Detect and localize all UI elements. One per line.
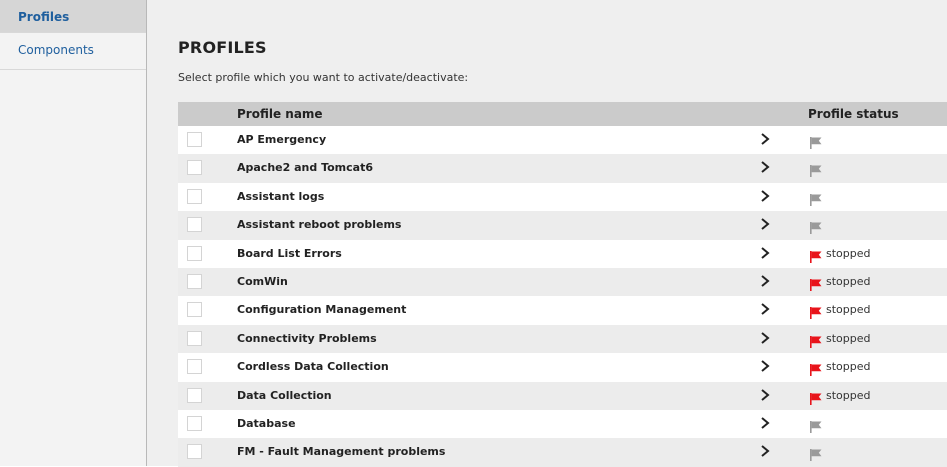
red-flag-icon bbox=[810, 248, 822, 263]
row-checkbox[interactable] bbox=[187, 387, 202, 403]
profile-name: Data Collection bbox=[237, 388, 332, 402]
gray-flag-icon bbox=[810, 162, 822, 178]
sidebar: Profiles Components bbox=[0, 0, 147, 466]
table-header: Profile name Profile status bbox=[178, 102, 947, 126]
profile-status-text: stopped bbox=[826, 274, 871, 288]
table-row[interactable]: Database bbox=[178, 409, 947, 439]
gray-flag-icon bbox=[810, 418, 822, 433]
red-flag-icon bbox=[810, 361, 822, 377]
chevron-right-icon[interactable] bbox=[758, 131, 772, 147]
chevron-right-icon[interactable] bbox=[758, 358, 772, 374]
column-header-profile-name: Profile name bbox=[237, 107, 323, 121]
chevron-right-icon[interactable] bbox=[758, 273, 772, 289]
chevron-right-icon[interactable] bbox=[758, 443, 772, 459]
profile-name: Configuration Management bbox=[237, 303, 407, 317]
main-panel: PROFILES Select profile which you want t… bbox=[147, 0, 947, 467]
table-row[interactable]: FM - Fault Management problems bbox=[178, 438, 947, 467]
profile-name: ComWin bbox=[237, 274, 288, 288]
table-row[interactable]: Data Collection stopped bbox=[178, 381, 947, 410]
gray-flag-icon bbox=[810, 191, 822, 206]
page-subtitle: Select profile which you want to activat… bbox=[178, 71, 469, 84]
row-checkbox[interactable] bbox=[187, 359, 202, 375]
row-checkbox[interactable] bbox=[187, 273, 202, 289]
row-checkbox[interactable] bbox=[187, 188, 202, 204]
page-title: PROFILES bbox=[178, 38, 267, 57]
row-checkbox[interactable] bbox=[187, 415, 202, 431]
row-checkbox[interactable] bbox=[187, 160, 202, 176]
sidebar-item-components[interactable]: Components bbox=[0, 33, 146, 70]
profile-status-text: stopped bbox=[826, 360, 871, 374]
profile-name: Assistant logs bbox=[237, 189, 325, 203]
column-header-profile-status: Profile status bbox=[808, 107, 899, 121]
gray-flag-icon bbox=[810, 446, 822, 462]
profile-name: Cordless Data Collection bbox=[237, 360, 389, 374]
chevron-right-icon[interactable] bbox=[758, 188, 772, 204]
red-flag-icon bbox=[810, 276, 822, 291]
row-checkbox[interactable] bbox=[187, 330, 202, 346]
table-row[interactable]: Apache2 and Tomcat6 bbox=[178, 154, 947, 183]
profile-name: FM - Fault Management problems bbox=[237, 445, 446, 459]
content-area: PROFILES Select profile which you want t… bbox=[147, 0, 947, 467]
profile-status-text: stopped bbox=[826, 331, 871, 345]
profile-name: Database bbox=[237, 416, 296, 430]
red-flag-icon bbox=[810, 304, 822, 320]
profile-status-text: stopped bbox=[826, 246, 871, 260]
chevron-right-icon[interactable] bbox=[758, 330, 772, 346]
profile-name: Connectivity Problems bbox=[237, 331, 377, 345]
profile-name: Board List Errors bbox=[237, 246, 342, 260]
row-checkbox[interactable] bbox=[187, 302, 202, 318]
red-flag-icon bbox=[810, 390, 822, 405]
table-row[interactable]: Assistant logs bbox=[178, 182, 947, 212]
profile-name: AP Emergency bbox=[237, 133, 327, 146]
row-checkbox[interactable] bbox=[187, 132, 202, 147]
row-checkbox[interactable] bbox=[187, 245, 202, 261]
profile-status-text: stopped bbox=[826, 388, 871, 402]
profile-name: Apache2 and Tomcat6 bbox=[237, 161, 373, 175]
profiles-table: Profile name Profile status AP Emergency… bbox=[178, 102, 947, 467]
table-row[interactable]: Cordless Data Collection stopped bbox=[178, 353, 947, 382]
chevron-right-icon[interactable] bbox=[758, 159, 772, 175]
table-row[interactable]: Connectivity Problems stopped bbox=[178, 324, 947, 354]
red-flag-icon bbox=[810, 333, 822, 348]
table-row[interactable]: AP Emergency bbox=[178, 126, 947, 155]
table-row[interactable]: Board List Errors stopped bbox=[178, 239, 947, 268]
chevron-right-icon[interactable] bbox=[758, 301, 772, 317]
profile-name: Assistant reboot problems bbox=[237, 218, 402, 232]
chevron-right-icon[interactable] bbox=[758, 387, 772, 403]
chevron-right-icon[interactable] bbox=[758, 415, 772, 431]
chevron-right-icon[interactable] bbox=[758, 245, 772, 261]
table-body: AP Emergency Apache2 and Tomcat6 Assistant… bbox=[178, 126, 947, 467]
profile-status-text: stopped bbox=[826, 303, 871, 317]
table-row[interactable]: ComWin stopped bbox=[178, 267, 947, 297]
row-checkbox[interactable] bbox=[187, 217, 202, 233]
sidebar-item-profiles[interactable]: Profiles bbox=[0, 0, 146, 33]
table-row[interactable]: Configuration Management stopped bbox=[178, 296, 947, 325]
gray-flag-icon bbox=[810, 134, 822, 149]
table-row[interactable]: Assistant reboot problems bbox=[178, 211, 947, 240]
row-checkbox[interactable] bbox=[187, 444, 202, 460]
chevron-right-icon[interactable] bbox=[758, 216, 772, 232]
gray-flag-icon bbox=[810, 219, 822, 235]
